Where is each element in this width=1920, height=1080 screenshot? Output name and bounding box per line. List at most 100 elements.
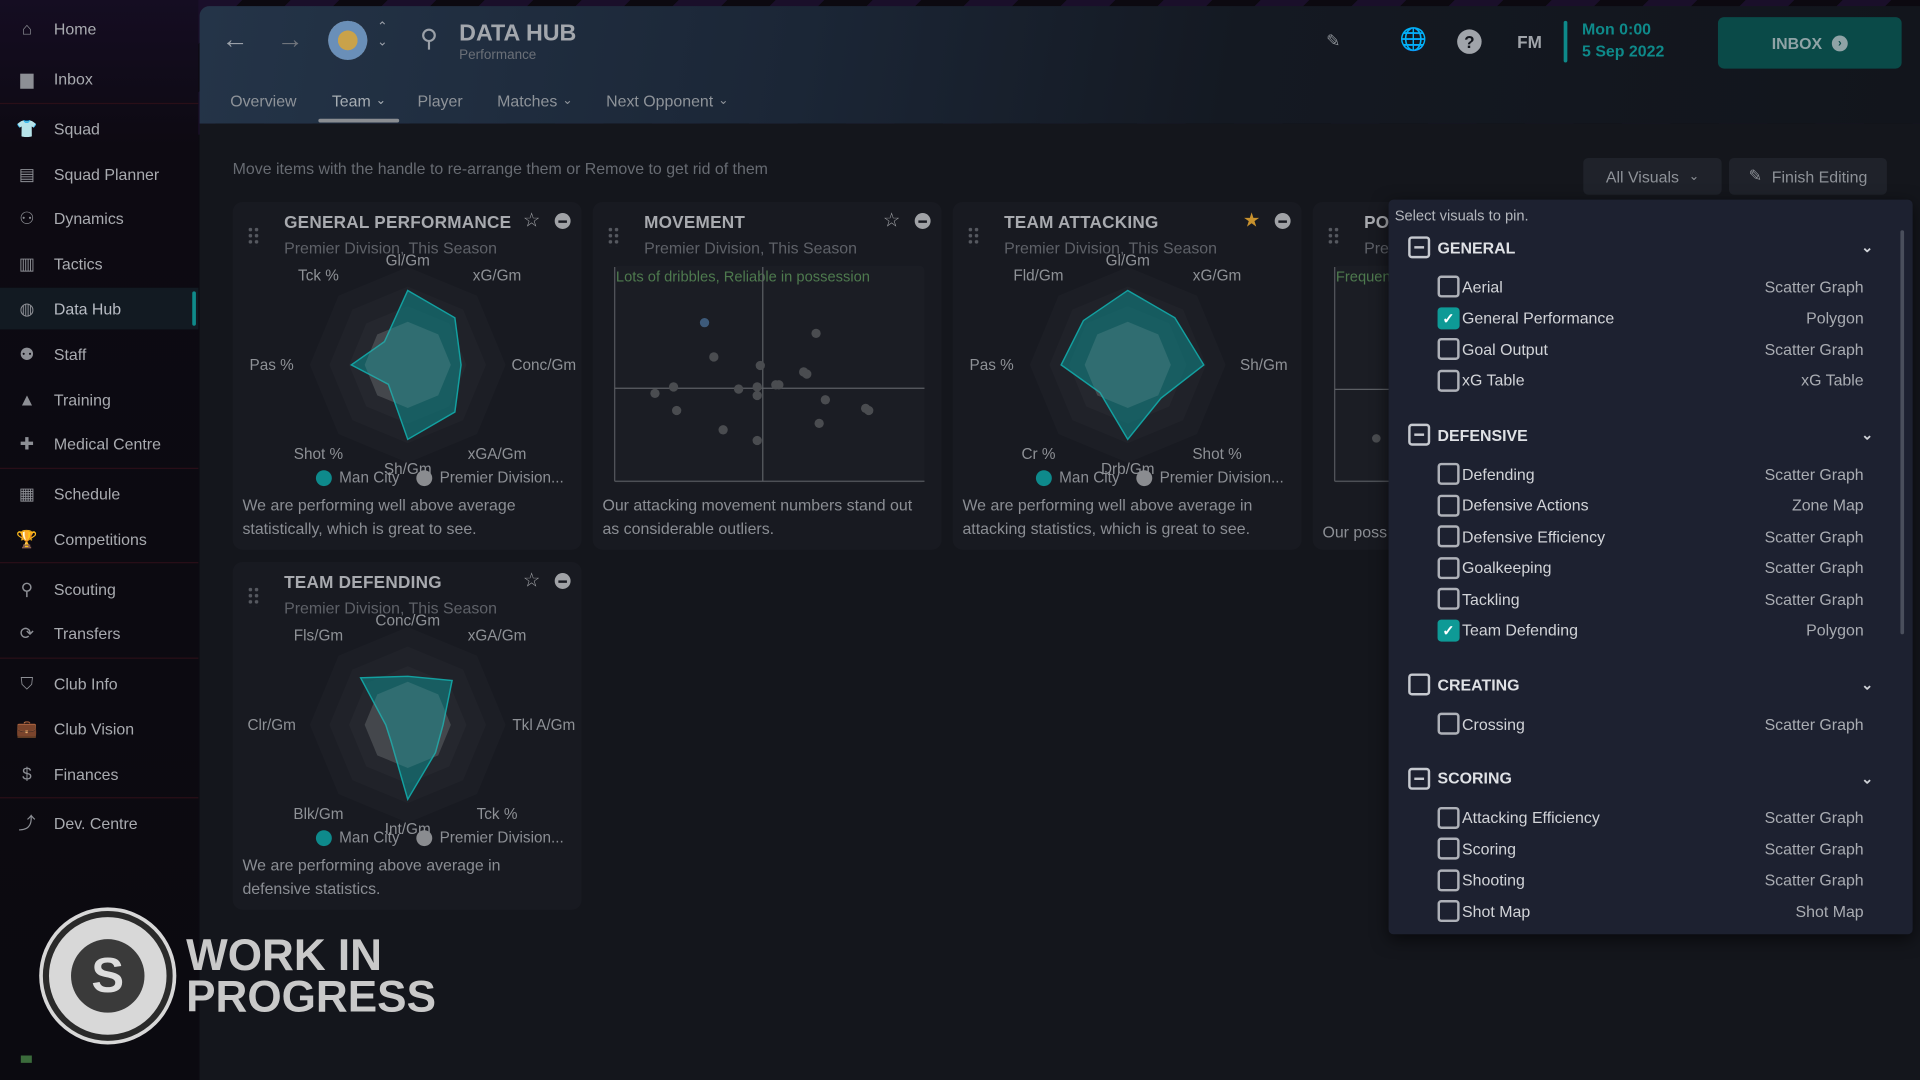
club-switch-chevrons-icon[interactable]: ⌃ ⌄ — [377, 21, 387, 50]
help-icon[interactable]: ? — [1457, 29, 1482, 54]
pin-section-general[interactable]: GENERAL ⌄ — [1408, 236, 1873, 259]
sidebar-item-dynamics[interactable]: ⚇ Dynamics — [0, 197, 198, 239]
checkbox[interactable] — [1437, 587, 1460, 610]
tab-team[interactable]: Team ⌄ — [318, 91, 400, 123]
pin-section-creating[interactable]: CREATING ⌄ — [1408, 673, 1873, 696]
chevron-down-icon[interactable]: ⌄ — [1861, 426, 1873, 443]
pin-option[interactable]: ✓ Team Defending Polygon — [1437, 618, 1864, 642]
chevron-down-icon[interactable]: ⌄ — [1861, 770, 1873, 787]
sidebar-item-finances[interactable]: $ Finances — [0, 753, 198, 795]
fm-menu-button[interactable]: FM — [1517, 32, 1542, 52]
radar-axis-label: Pas % — [249, 356, 294, 374]
pin-option[interactable]: Attacking Efficiency Scatter Graph — [1437, 806, 1864, 829]
pin-option[interactable]: Shot Map Shot Map — [1437, 900, 1864, 923]
pin-option[interactable]: Tackling Scatter Graph — [1437, 587, 1864, 610]
sidebar-item-competitions[interactable]: 🏆 Competitions — [0, 518, 198, 560]
checkbox[interactable] — [1437, 900, 1460, 923]
checkbox[interactable] — [1437, 494, 1460, 517]
legend-label: Man City — [339, 468, 400, 487]
sidebar-item-medical-centre[interactable]: ✚ Medical Centre — [0, 422, 198, 464]
sidebar-item-schedule[interactable]: ▦ Schedule — [0, 473, 198, 515]
pin-option[interactable]: Aerial Scatter Graph — [1437, 275, 1864, 298]
sidebar-item-staff[interactable]: ⚉ Staff — [0, 333, 198, 375]
date-divider — [1563, 20, 1568, 63]
pin-option[interactable]: xG Table xG Table — [1437, 369, 1864, 392]
checkbox[interactable] — [1437, 712, 1460, 735]
section-checkbox[interactable] — [1408, 236, 1431, 259]
sidebar-item-data-hub[interactable]: ◍ Data Hub — [0, 287, 199, 330]
sidebar-item-label: Tactics — [53, 254, 103, 273]
checkbox[interactable] — [1437, 275, 1460, 298]
checkbox-checked[interactable]: ✓ — [1437, 306, 1460, 329]
pin-option[interactable]: Goalkeeping Scatter Graph — [1437, 556, 1864, 579]
checkbox[interactable] — [1437, 868, 1460, 891]
option-label: Shooting — [1462, 870, 1525, 889]
checkbox[interactable] — [1437, 806, 1460, 829]
checkbox[interactable] — [1437, 525, 1460, 548]
pin-option[interactable]: Crossing Scatter Graph — [1437, 712, 1864, 735]
pin-option[interactable]: Defensive Efficiency Scatter Graph — [1437, 525, 1864, 548]
chevron-down-icon: ⌄ — [1688, 169, 1700, 184]
pin-option[interactable]: Defensive Actions Zone Map — [1437, 494, 1864, 517]
checkbox[interactable] — [1437, 337, 1460, 361]
tab-matches[interactable]: Matches ⌄ — [497, 92, 572, 110]
radar-axis-label: Tck % — [476, 805, 518, 823]
checkbox[interactable] — [1437, 462, 1460, 485]
section-checkbox[interactable] — [1408, 767, 1431, 790]
pin-option[interactable]: Shooting Scatter Graph — [1437, 868, 1864, 891]
sidebar-item-inbox[interactable]: ▆ Inbox — [0, 58, 198, 100]
back-arrow-icon[interactable]: ← — [222, 23, 249, 55]
visuals-filter-value: All Visuals — [1605, 167, 1679, 186]
option-label: Tackling — [1462, 589, 1520, 608]
option-label: Shot Map — [1462, 901, 1531, 921]
pin-option[interactable]: Scoring Scatter Graph — [1437, 837, 1864, 860]
option-visual-type: Scatter Graph — [1764, 589, 1864, 608]
sidebar-item-club-info[interactable]: ⛉ Club Info — [0, 662, 198, 704]
tab-label: Team — [331, 91, 371, 111]
club-crest[interactable] — [328, 20, 368, 61]
checkbox[interactable] — [1437, 556, 1460, 579]
radar-series-league-overlay — [364, 321, 451, 409]
radar-axis-label: Sh/Gm — [1239, 356, 1288, 374]
globe-icon[interactable]: 🌐 — [1400, 27, 1427, 53]
checkbox[interactable] — [1437, 837, 1460, 860]
finish-editing-button[interactable]: ✎ Finish Editing — [1728, 157, 1887, 195]
sidebar-item-club-vision[interactable]: 💼 Club Vision — [0, 708, 198, 750]
sidebar-item-dev-centre[interactable]: ⤴ Dev. Centre — [0, 802, 198, 844]
pin-option[interactable]: Goal Output Scatter Graph — [1437, 337, 1864, 361]
radar-axis-label: xG/Gm — [472, 267, 522, 285]
radar-series-league-overlay — [364, 681, 451, 769]
tab-label: Overview — [230, 91, 297, 111]
pin-section-defensive[interactable]: DEFENSIVE ⌄ — [1408, 423, 1873, 446]
sidebar-item-transfers[interactable]: ⟳ Transfers — [0, 612, 198, 654]
pin-option[interactable]: Defending Scatter Graph — [1437, 462, 1864, 485]
option-visual-type: Shot Map — [1795, 901, 1864, 921]
section-checkbox[interactable] — [1408, 423, 1431, 446]
chevron-down-icon[interactable]: ⌄ — [1861, 676, 1873, 693]
edit-pencil-icon[interactable]: ✎ — [1326, 31, 1340, 52]
pin-option[interactable]: ✓ General Performance Polygon — [1437, 306, 1864, 329]
visuals-filter-select[interactable]: All Visuals ⌄ — [1583, 157, 1722, 195]
tab-next-opponent[interactable]: Next Opponent ⌄ — [606, 92, 728, 110]
search-icon[interactable]: ⚲ — [420, 23, 438, 54]
sidebar-item-tactics[interactable]: ▥ Tactics — [0, 242, 198, 284]
inbox-button[interactable]: INBOX › — [1717, 17, 1902, 69]
sidebar-item-training[interactable]: ▲ Training — [0, 378, 198, 420]
sidebar-item-scouting[interactable]: ⚲ Scouting — [0, 568, 198, 610]
finish-editing-label: Finish Editing — [1771, 167, 1868, 186]
tab-overview[interactable]: Overview — [230, 92, 296, 110]
sidebar-item-squad[interactable]: 👕 Squad — [0, 108, 198, 150]
tab-player[interactable]: Player — [418, 92, 463, 110]
forward-arrow-icon[interactable]: → — [277, 23, 304, 55]
sidebar-item-squad-planner[interactable]: ▤ Squad Planner — [0, 153, 198, 195]
checkbox[interactable] — [1437, 369, 1460, 392]
panel-scrollbar[interactable] — [1900, 230, 1905, 635]
checkbox-checked[interactable]: ✓ — [1437, 618, 1460, 642]
sidebar-item-home[interactable]: ⌂ Home — [0, 7, 198, 49]
magnifier-icon: ⚲ — [20, 578, 34, 599]
sidebar-item-label: Transfers — [53, 623, 121, 643]
section-checkbox[interactable] — [1408, 673, 1431, 696]
chevron-down-icon[interactable]: ⌄ — [1861, 239, 1873, 256]
pin-section-scoring[interactable]: SCORING ⌄ — [1408, 767, 1873, 790]
legend-swatch — [315, 469, 332, 486]
